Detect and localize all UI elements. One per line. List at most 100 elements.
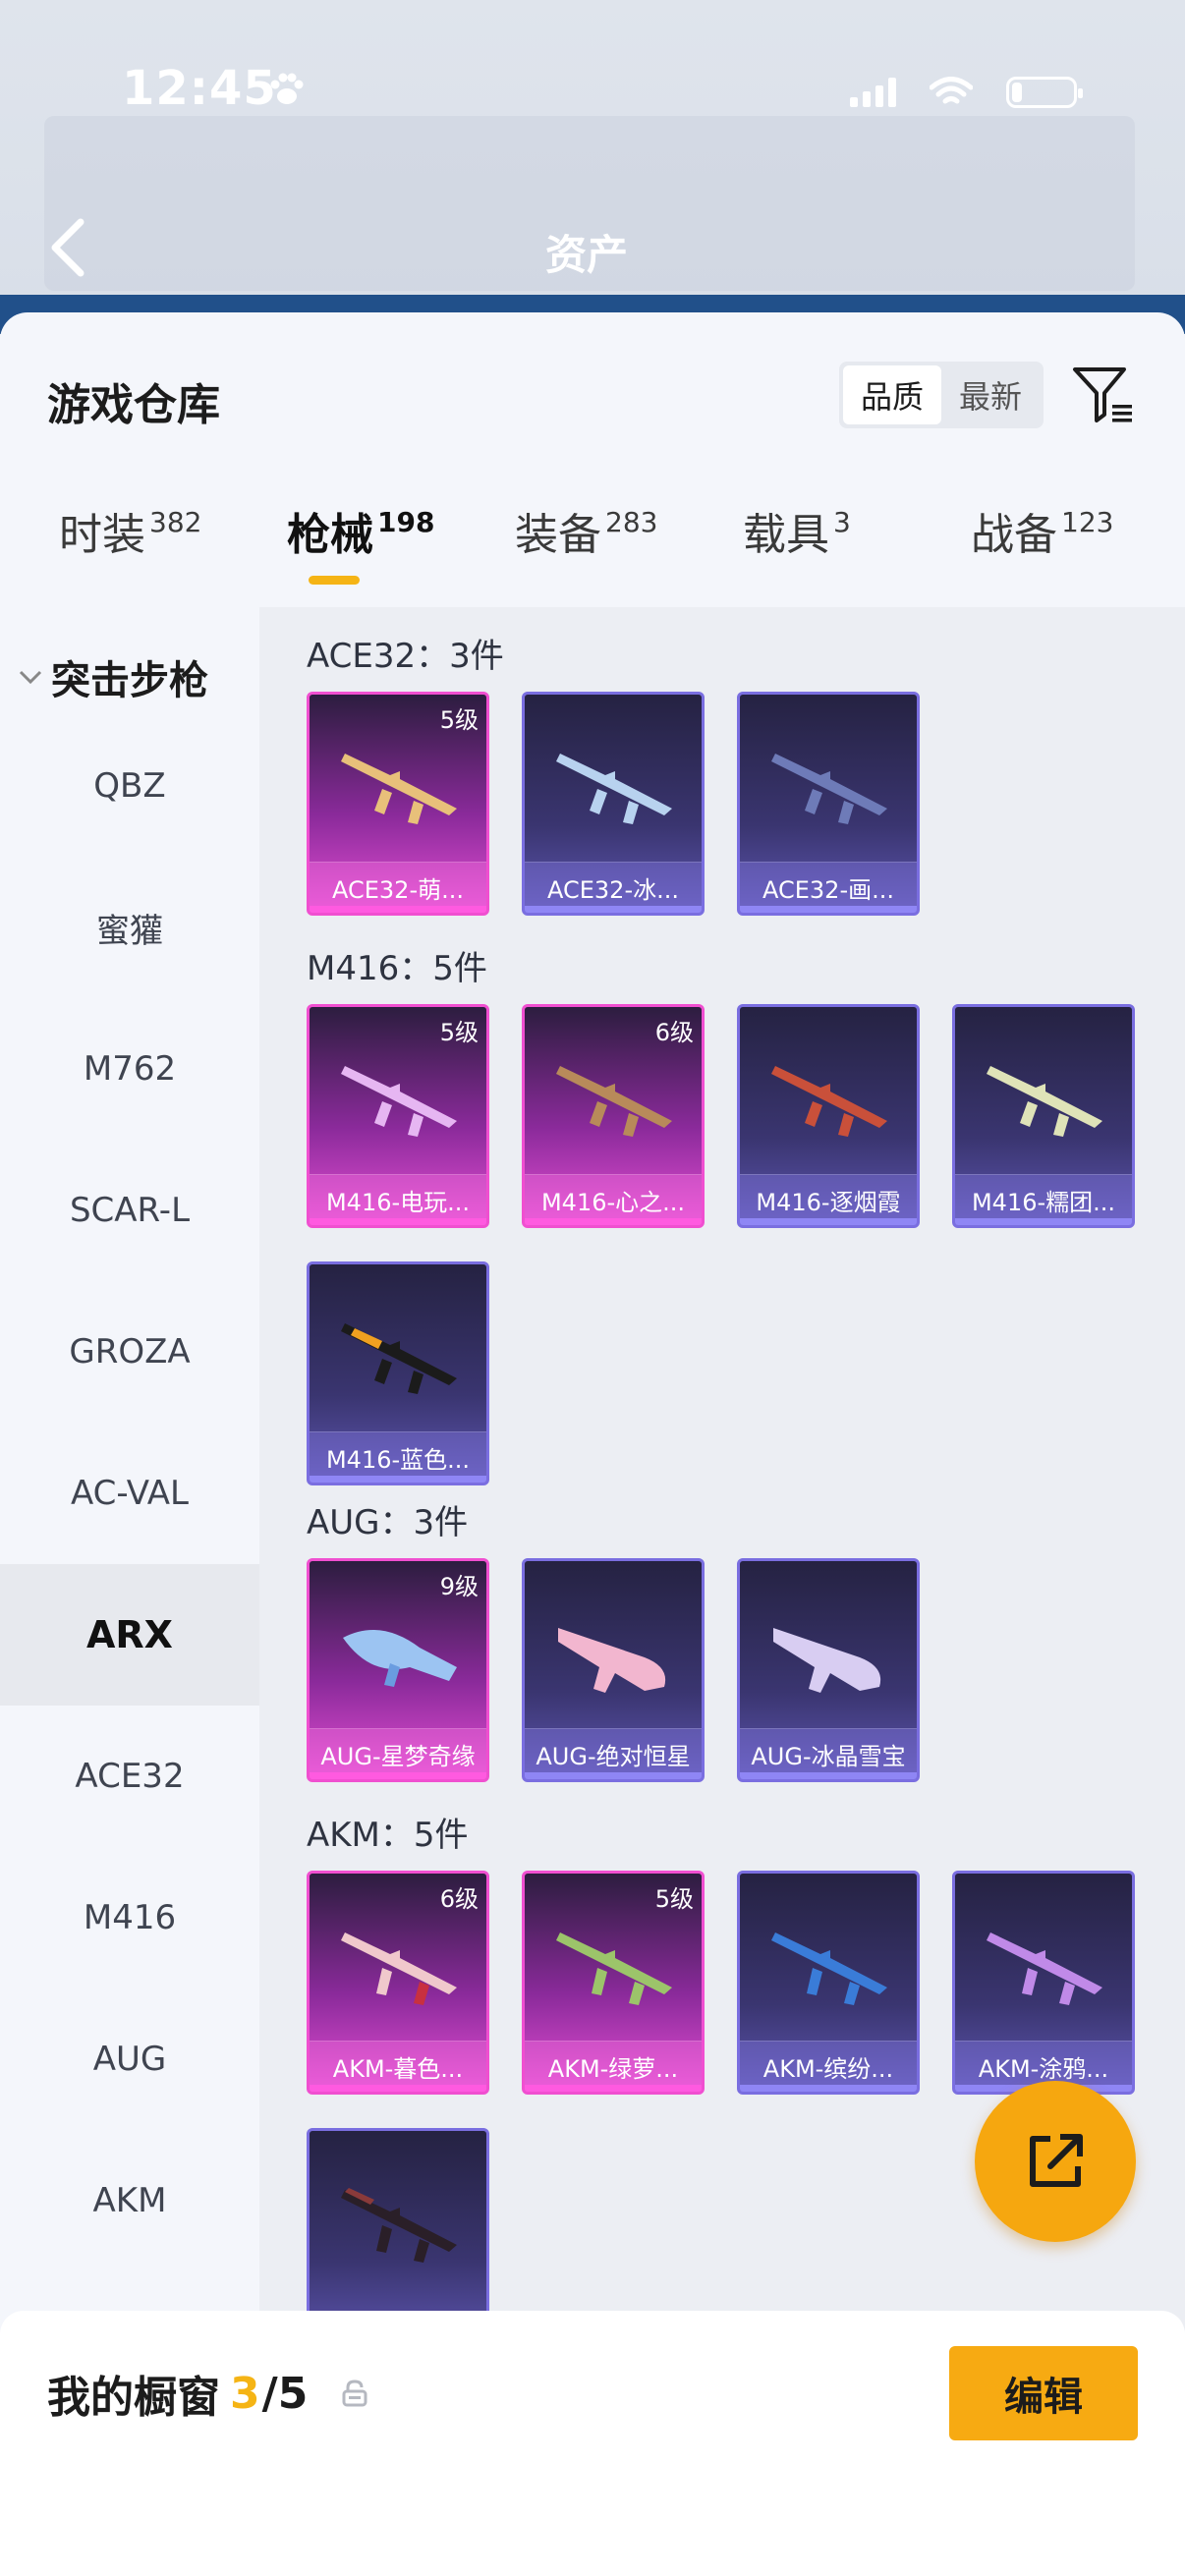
- gun-icon: [341, 2188, 457, 2263]
- showcase-label: 我的橱窗: [47, 2373, 220, 2423]
- tier-bar: [740, 1772, 917, 1779]
- tab-label: 时装: [59, 510, 145, 560]
- skin-card[interactable]: 6级 M416-心之...: [522, 1004, 705, 1228]
- gun-icon: [771, 754, 887, 824]
- edit-button[interactable]: 编辑: [949, 2346, 1138, 2440]
- wifi-icon: [930, 77, 973, 104]
- gun-icon: [556, 1932, 672, 2005]
- tab-battle-gear[interactable]: 战备 123: [971, 499, 1113, 607]
- tier-bar: [310, 1218, 486, 1225]
- header-title: 资产: [545, 231, 629, 279]
- tier-bar: [310, 906, 486, 913]
- skin-card[interactable]: M416-蓝色...: [307, 1261, 489, 1485]
- tier-bar: [955, 1218, 1132, 1225]
- skin-level: 6级: [439, 1885, 479, 1913]
- skin-level: 5级: [439, 1019, 479, 1046]
- sidebar-item-groza[interactable]: GROZA: [0, 1281, 259, 1423]
- gun-icon: [343, 1630, 457, 1687]
- sidebar-item-m416[interactable]: M416: [0, 1847, 259, 1988]
- showcase-bar: 我的橱窗 3 /5 编辑: [0, 2311, 1185, 2576]
- sidebar-item-akm[interactable]: AKM: [0, 2130, 259, 2271]
- gun-icon: [556, 754, 672, 824]
- gun-icon: [558, 1628, 666, 1693]
- tier-bar: [740, 2085, 917, 2092]
- tier-bar: [310, 1772, 486, 1779]
- share-external-icon: [1030, 2134, 1083, 2187]
- sort-toggle: 品质 最新: [839, 362, 1044, 428]
- sort-option-newest[interactable]: 最新: [941, 365, 1040, 424]
- filter-icon[interactable]: [1069, 362, 1136, 428]
- tab-active-indicator: [309, 576, 360, 585]
- sidebar-item-arx[interactable]: ARX: [0, 1564, 259, 1706]
- group-title-ace32: ACE32：3件: [307, 637, 504, 676]
- tier-bar: [525, 1772, 702, 1779]
- gun-icon: [771, 1066, 887, 1137]
- tab-count: 198: [377, 506, 435, 538]
- gun-icon: [341, 754, 457, 824]
- category-tabs: 时装 382 枪械 198 装备 283 载具 3 战备 123: [0, 499, 1185, 607]
- sidebar-item-ac-val[interactable]: AC-VAL: [0, 1423, 259, 1564]
- battery-icon: [1006, 77, 1083, 108]
- skin-card[interactable]: 5级 AKM-绿萝...: [522, 1871, 705, 2095]
- tab-firearms[interactable]: 枪械 198: [287, 499, 434, 607]
- skin-card[interactable]: M416-糯团...: [952, 1004, 1135, 1228]
- status-time: 12:45: [122, 61, 277, 116]
- tab-count: 3: [833, 506, 851, 538]
- tab-label: 枪械: [287, 510, 373, 560]
- skin-card[interactable]: 5级 M416-电玩...: [307, 1004, 489, 1228]
- sort-option-quality[interactable]: 品质: [843, 365, 941, 424]
- skin-card[interactable]: 6级 AKM-暮色...: [307, 1871, 489, 2095]
- back-arrow-icon[interactable]: [47, 216, 90, 279]
- paw-icon: [267, 73, 305, 115]
- gun-icon: [341, 1066, 457, 1137]
- sidebar-item-m762[interactable]: M762: [0, 998, 259, 1140]
- tier-bar: [740, 1218, 917, 1225]
- group-title-m416: M416：5件: [307, 949, 487, 988]
- header-background: [0, 0, 1185, 334]
- tier-bar: [310, 1476, 486, 1483]
- tier-bar: [525, 1218, 702, 1225]
- tab-label: 战备: [971, 510, 1057, 560]
- skin-card[interactable]: AKM-缤纷...: [737, 1871, 920, 2095]
- sidebar-item-scar-l[interactable]: SCAR-L: [0, 1140, 259, 1281]
- gun-icon: [773, 1628, 881, 1693]
- skin-card[interactable]: AUG-冰晶雪宝: [737, 1558, 920, 1782]
- tab-equipment[interactable]: 装备 283: [515, 499, 657, 607]
- weapon-sidebar: 突击步枪 QBZ 蜜獾 M762 SCAR-L GROZA AC-VAL ARX…: [0, 607, 259, 2330]
- gun-icon: [771, 1932, 887, 2005]
- skin-card[interactable]: ACE32-画...: [737, 692, 920, 916]
- weapon-grid: ACE32：3件 5级 ACE32-萌... ACE32-冰... ACE32-…: [259, 607, 1185, 2352]
- tab-label: 装备: [515, 510, 601, 560]
- skin-card[interactable]: AUG-绝对恒星: [522, 1558, 705, 1782]
- tab-count: 283: [605, 506, 658, 538]
- group-title-aug: AUG：3件: [307, 1503, 469, 1542]
- skin-card[interactable]: AKM-涂鸦...: [952, 1871, 1135, 2095]
- sidebar-item-ace32[interactable]: ACE32: [0, 1706, 259, 1847]
- gun-icon: [987, 1932, 1102, 2005]
- sidebar-category-header[interactable]: 突击步枪: [18, 648, 208, 705]
- skin-level: 9级: [439, 1573, 479, 1600]
- signal-icon: [850, 78, 896, 107]
- share-button[interactable]: [975, 2081, 1136, 2242]
- gun-icon: [556, 1066, 672, 1137]
- skin-card[interactable]: ACE32-冰...: [522, 692, 705, 916]
- skin-card[interactable]: 9级 AUG-星梦奇缘: [307, 1558, 489, 1782]
- sidebar-item-aug[interactable]: AUG: [0, 1988, 259, 2130]
- gun-icon: [341, 1932, 457, 2005]
- status-icons: [850, 77, 1083, 108]
- tab-vehicles[interactable]: 载具 3: [743, 499, 851, 607]
- sidebar-item-honey-badger[interactable]: 蜜獾: [0, 857, 259, 998]
- showcase-total: /5: [261, 2368, 309, 2419]
- skin-level: 6级: [654, 1019, 694, 1046]
- tab-label: 载具: [743, 510, 829, 560]
- tab-count: 123: [1061, 506, 1114, 538]
- showcase-info: 我的橱窗 3 /5: [47, 2362, 368, 2425]
- sidebar-category-label: 突击步枪: [51, 658, 208, 703]
- gun-icon: [987, 1066, 1102, 1137]
- skin-card[interactable]: 5级 ACE32-萌...: [307, 692, 489, 916]
- skin-card[interactable]: M416-逐烟霞: [737, 1004, 920, 1228]
- showcase-current: 3: [230, 2368, 260, 2419]
- warehouse-sheet: 游戏仓库 品质 最新 时装 382 枪械 198 装备 283 载具 3 战备 123 突: [0, 312, 1185, 2576]
- tab-fashion[interactable]: 时装 382: [59, 499, 201, 607]
- sidebar-item-qbz[interactable]: QBZ: [0, 715, 259, 857]
